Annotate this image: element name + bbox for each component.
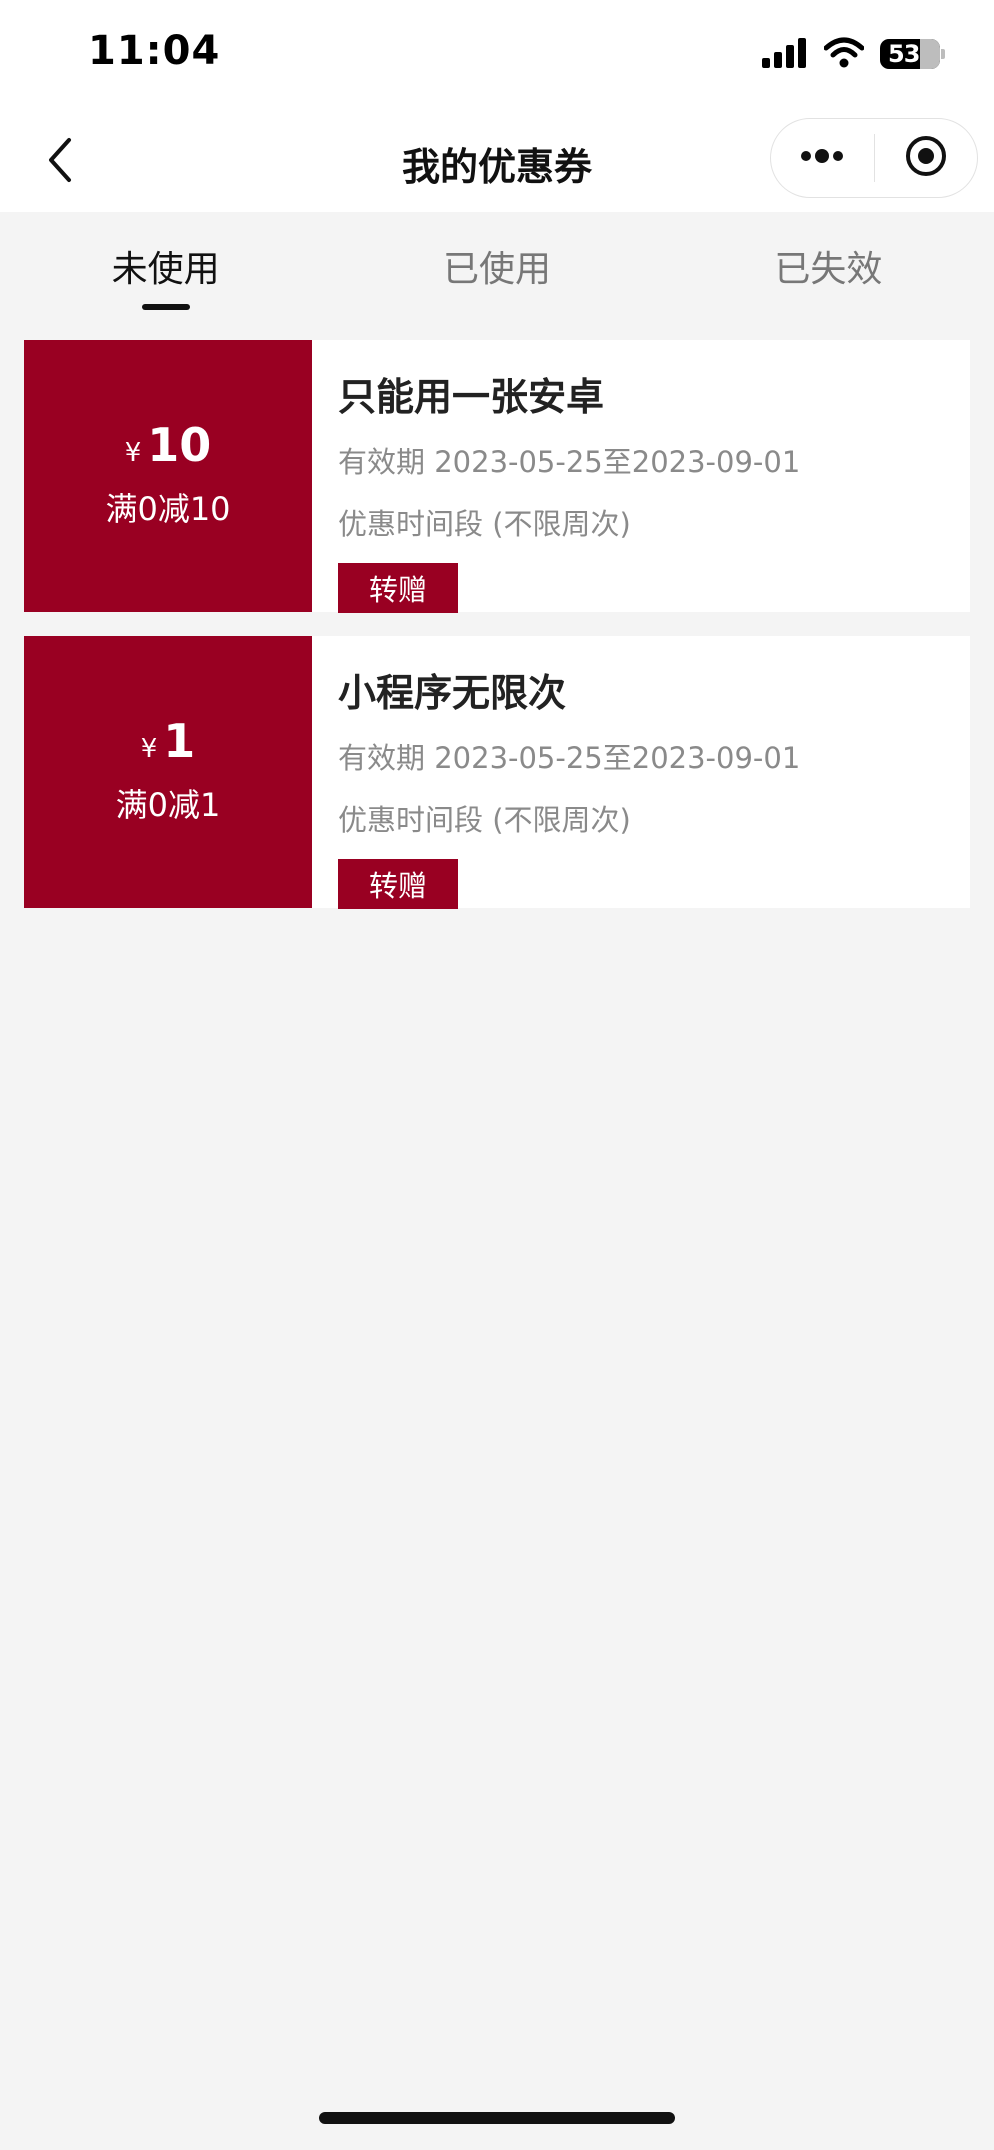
amount-value: 10 <box>147 418 212 472</box>
signal-icon <box>762 36 808 72</box>
coupon-condition: 满0减1 <box>115 786 221 824</box>
nav-bar: 我的优惠券 <box>0 108 994 212</box>
currency-symbol: ¥ <box>124 438 142 468</box>
currency-symbol: ¥ <box>140 734 158 764</box>
coupon-amount: ¥ 1 <box>141 718 196 764</box>
home-indicator[interactable] <box>319 2112 675 2124</box>
status-time: 11:04 <box>88 28 221 74</box>
coupon-timeslot: 优惠时间段 (不限周次) <box>338 507 631 541</box>
coupon-name: 只能用一张安卓 <box>338 375 605 419</box>
status-bar: 11:04 53 <box>0 0 994 108</box>
battery-icon: 53 <box>880 39 945 69</box>
tab-label: 未使用 <box>111 249 220 290</box>
tab-label: 已使用 <box>442 249 551 290</box>
coupon-list: ¥ 10 满0减10 只能用一张安卓 有效期 2023-05-25至2023-0… <box>24 340 970 932</box>
tab-unused[interactable]: 未使用 <box>0 212 331 320</box>
coupon-validity: 有效期 2023-05-25至2023-09-01 <box>338 741 801 775</box>
coupon-status-tabs: 未使用 已使用 已失效 <box>0 212 994 320</box>
coupon-value-panel: ¥ 10 满0减10 <box>24 340 312 612</box>
amount-value: 1 <box>163 714 196 768</box>
coupon-condition: 满0减10 <box>105 490 231 528</box>
coupon-card[interactable]: ¥ 10 满0减10 只能用一张安卓 有效期 2023-05-25至2023-0… <box>24 340 970 613</box>
coupon-amount: ¥ 10 <box>125 422 212 468</box>
more-dots-icon <box>798 148 846 168</box>
battery-level: 53 <box>888 40 920 68</box>
coupon-details: 只能用一张安卓 有效期 2023-05-25至2023-09-01 优惠时间段 … <box>312 340 970 613</box>
coupon-timeslot: 优惠时间段 (不限周次) <box>338 803 631 837</box>
status-icons: 53 <box>762 36 945 72</box>
mini-program-capsule <box>770 118 978 198</box>
gift-button[interactable]: 转赠 <box>338 563 458 613</box>
coupon-name: 小程序无限次 <box>338 671 567 715</box>
close-mini-program-button[interactable] <box>875 119 978 197</box>
tab-expired[interactable]: 已失效 <box>663 212 994 320</box>
coupon-validity: 有效期 2023-05-25至2023-09-01 <box>338 445 801 479</box>
coupon-value-panel: ¥ 1 满0减1 <box>24 636 312 908</box>
target-circle-icon <box>904 134 948 182</box>
gift-button[interactable]: 转赠 <box>338 859 458 909</box>
tab-used[interactable]: 已使用 <box>331 212 662 320</box>
coupon-card[interactable]: ¥ 1 满0减1 小程序无限次 有效期 2023-05-25至2023-09-0… <box>24 636 970 909</box>
coupon-details: 小程序无限次 有效期 2023-05-25至2023-09-01 优惠时间段 (… <box>312 636 970 909</box>
wifi-icon <box>823 36 865 72</box>
active-tab-indicator <box>141 304 190 310</box>
more-button[interactable] <box>771 119 874 197</box>
tab-label: 已失效 <box>774 249 883 290</box>
